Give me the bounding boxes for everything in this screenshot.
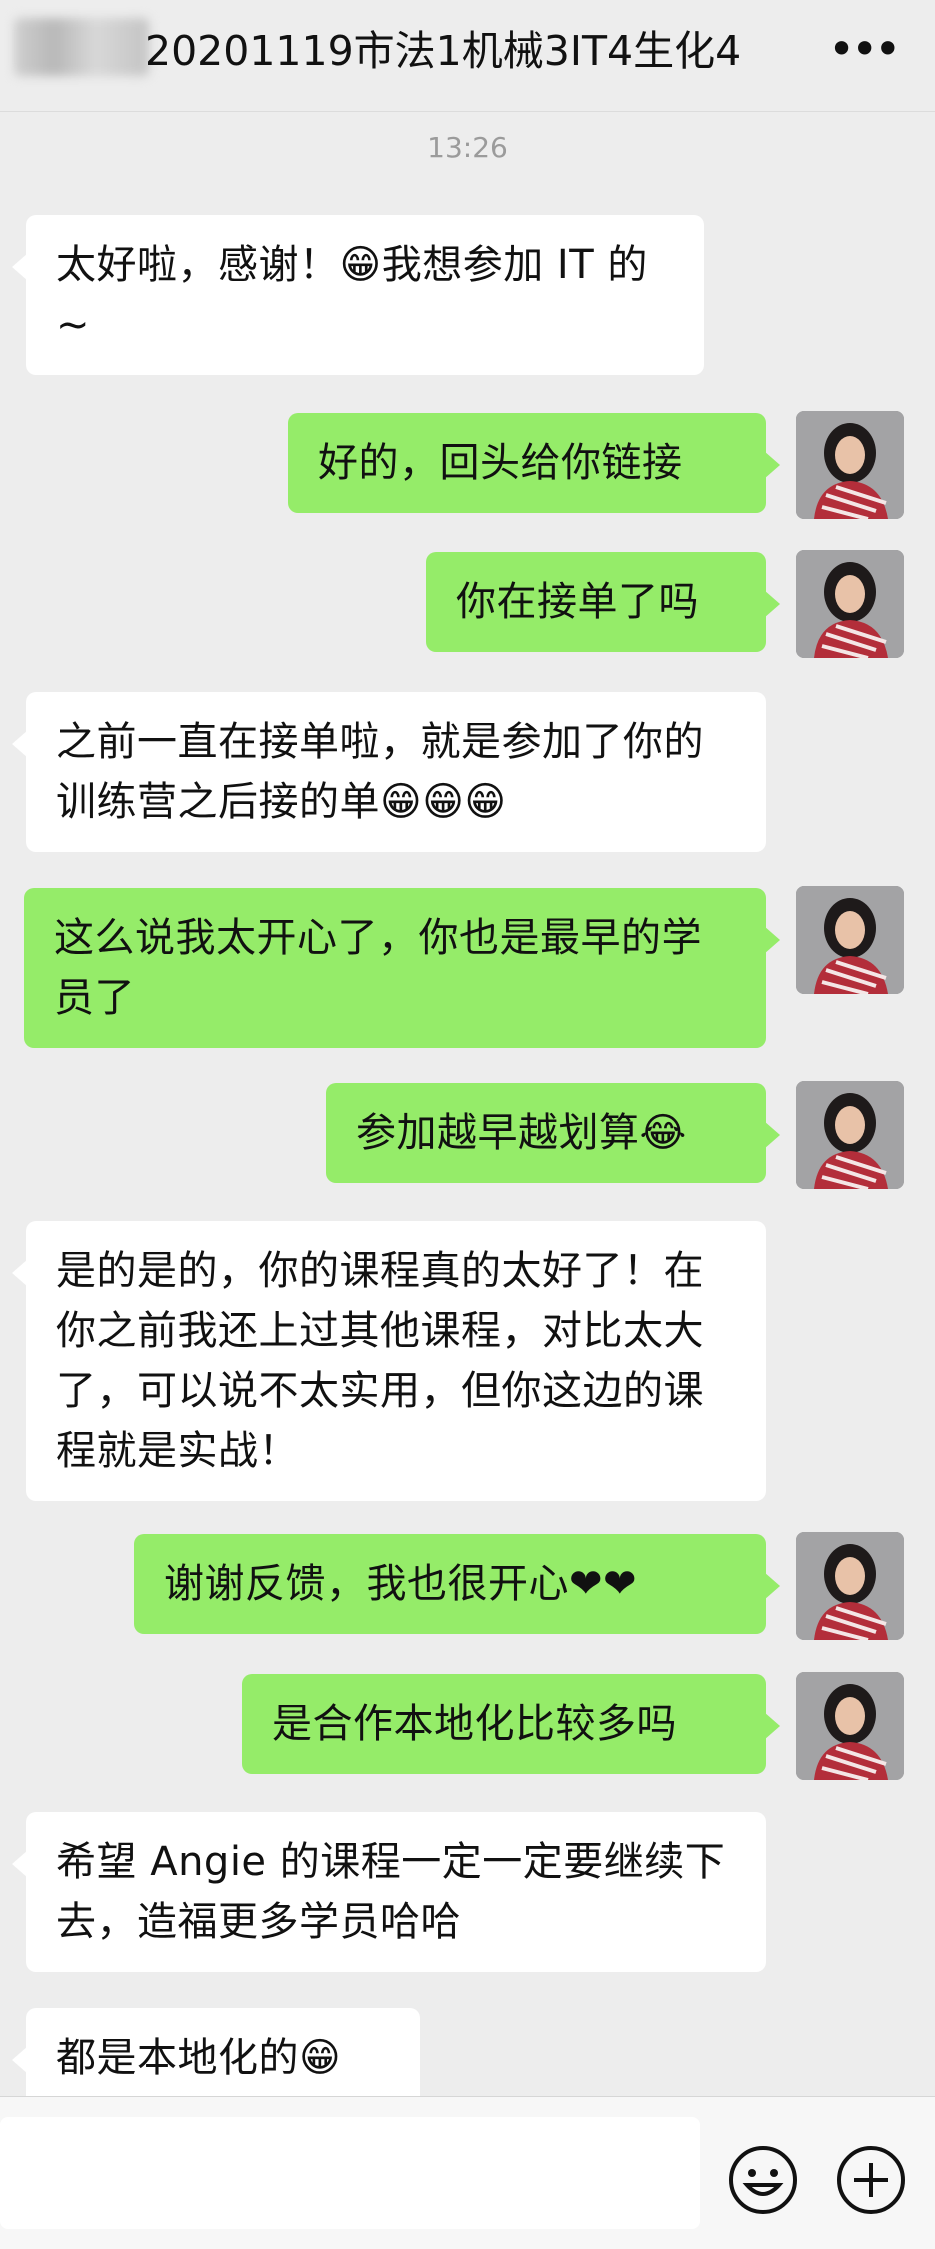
- outgoing-message[interactable]: 这么说我太开心了，你也是最早的学员了: [24, 888, 780, 1048]
- message-timestamp: 13:26: [427, 131, 508, 164]
- outgoing-message[interactable]: 你在接单了吗: [426, 552, 780, 652]
- avatar-portrait-icon: [796, 1672, 904, 1780]
- chat-title: 20201119市法1机械3IT4生化4: [145, 27, 742, 75]
- incoming-message[interactable]: 希望 Angie 的课程一定一定要继续下去，造福更多学员哈哈: [12, 1812, 766, 1972]
- user-avatar[interactable]: [796, 550, 904, 658]
- user-avatar[interactable]: [796, 886, 904, 994]
- smiley-face-icon[interactable]: [728, 2145, 798, 2215]
- outgoing-message[interactable]: 好的，回头给你链接: [288, 413, 780, 513]
- outgoing-message[interactable]: 参加越早越划算😂: [326, 1083, 780, 1183]
- more-dots-icon[interactable]: •••: [828, 26, 901, 72]
- avatar-portrait-icon: [796, 886, 904, 994]
- user-avatar[interactable]: [796, 1081, 904, 1189]
- incoming-message[interactable]: 太好啦，感谢！😁我想参加 IT 的~: [12, 215, 704, 375]
- incoming-message[interactable]: 是的是的，你的课程真的太好了！在你之前我还上过其他课程，对比太大了，可以说不太实…: [12, 1221, 766, 1501]
- chat-header: 20201119市法1机械3IT4生化4 •••: [0, 0, 935, 112]
- plus-circle-icon[interactable]: [836, 2145, 906, 2215]
- incoming-message[interactable]: 之前一直在接单啦，就是参加了你的训练营之后接的单😁😁😁: [12, 692, 766, 852]
- message-input-bar: [0, 2096, 935, 2249]
- avatar-portrait-icon: [796, 1532, 904, 1640]
- outgoing-message[interactable]: 是合作本地化比较多吗: [242, 1674, 780, 1774]
- user-avatar[interactable]: [796, 1672, 904, 1780]
- incoming-message[interactable]: 都是本地化的😁: [12, 2008, 420, 2108]
- message-input[interactable]: [0, 2117, 700, 2229]
- user-avatar[interactable]: [796, 411, 904, 519]
- user-avatar[interactable]: [796, 1532, 904, 1640]
- outgoing-message[interactable]: 谢谢反馈，我也很开心❤❤: [134, 1534, 780, 1634]
- avatar-portrait-icon: [796, 411, 904, 519]
- blurred-back-area[interactable]: [14, 18, 149, 76]
- avatar-portrait-icon: [796, 550, 904, 658]
- avatar-portrait-icon: [796, 1081, 904, 1189]
